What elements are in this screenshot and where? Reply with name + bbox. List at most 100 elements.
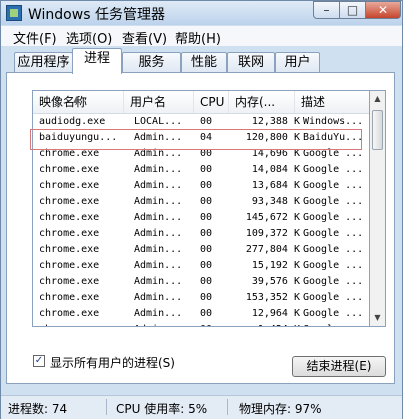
table-row[interactable]: audiodg.exe LOCAL... 00 12,388 K Windows... bbox=[33, 114, 369, 130]
cell-memory: 93,348 K bbox=[251, 196, 300, 207]
column-memory[interactable]: 内存(... bbox=[229, 91, 295, 113]
cell-user-name: Admin... bbox=[134, 322, 196, 326]
status-process-count: 进程数: 74 bbox=[8, 402, 68, 416]
task-manager-window: Windows 任务管理器 – □ ✕ 文件(F) 选项(O) 查看(V) 帮助… bbox=[0, 0, 403, 419]
cell-user-name: Admin... bbox=[134, 308, 183, 319]
cell-cpu: 00 bbox=[200, 276, 213, 287]
cell-cpu: 00 bbox=[200, 164, 213, 175]
cell-memory: 1,424 K bbox=[234, 322, 300, 326]
menu-help[interactable]: 帮助(H) bbox=[175, 28, 221, 47]
cell-cpu: 00 bbox=[200, 212, 213, 223]
table-row[interactable]: baiduyungu... Admin... 04 120,800 K BaiduYu.… bbox=[33, 130, 369, 146]
tab-performance[interactable]: 性能 bbox=[181, 52, 227, 73]
window-title: Windows 任务管理器 bbox=[28, 7, 165, 23]
table-row[interactable]: chrome.exe Admin... 00 12,964 K Google ... bbox=[33, 306, 369, 322]
cell-cpu: 00 bbox=[200, 260, 213, 271]
process-list[interactable]: ▲ 映像名称 用户名 CPU 内存(... 描述 audiodg.exe LOCA… bbox=[32, 90, 370, 327]
cell-memory: 277,804 K bbox=[245, 244, 300, 255]
table-row[interactable]: chrome.exe Admin... 00 93,348 K Google ... bbox=[33, 194, 369, 210]
status-bar: 进程数: 74 CPU 使用率: 5% 物理内存: 97% bbox=[1, 395, 402, 419]
scroll-down-arrow-icon[interactable]: ▼ bbox=[370, 310, 385, 326]
cell-user-name: Admin... bbox=[134, 212, 183, 223]
cell-description: Google ... bbox=[303, 196, 364, 207]
tab-strip: 应用程序 进程 服务 性能 联网 用户 bbox=[1, 47, 402, 74]
cell-memory: 15,192 K bbox=[251, 260, 300, 271]
tab-services[interactable]: 服务 bbox=[122, 52, 181, 73]
cell-memory: 12,964 K bbox=[251, 308, 300, 319]
cell-user-name: Admin... bbox=[134, 244, 183, 255]
cell-memory: 14,696 K bbox=[251, 148, 300, 159]
cell-user-name: Admin... bbox=[134, 292, 183, 303]
cell-cpu: 00 bbox=[200, 116, 213, 127]
status-cpu-usage: CPU 使用率: 5% bbox=[116, 402, 208, 416]
close-button[interactable]: ✕ bbox=[365, 1, 401, 19]
vertical-scrollbar[interactable]: ▲ ▼ bbox=[370, 90, 386, 327]
cell-user-name: Admin... bbox=[134, 164, 183, 175]
cell-memory: 13,684 K bbox=[251, 180, 300, 191]
menu-view[interactable]: 查看(V) bbox=[122, 28, 167, 47]
cell-cpu: 00 bbox=[200, 292, 213, 303]
column-image-name[interactable]: ▲ 映像名称 bbox=[33, 91, 124, 113]
table-row[interactable]: chrome.exe Admin... 00 13,684 K Google ... bbox=[33, 178, 369, 194]
cell-description: Windows... bbox=[303, 116, 364, 127]
tab-applications[interactable]: 应用程序 bbox=[14, 52, 73, 73]
menu-file[interactable]: 文件(F) bbox=[13, 28, 57, 47]
maximize-button[interactable]: □ bbox=[339, 1, 366, 19]
column-image-name-label: 映像名称 bbox=[39, 95, 88, 109]
table-row[interactable]: chrome.exe Admin... 00 145,672 K Google ... bbox=[33, 210, 369, 226]
cell-cpu: 00 bbox=[200, 308, 213, 319]
show-all-users-label: 显示所有用户的进程(S) bbox=[50, 356, 175, 370]
table-row[interactable]: chrome.exe Admin... 00 39,576 K Google ... bbox=[33, 274, 369, 290]
cell-description: Google ... bbox=[303, 244, 364, 255]
cell-user-name: Admin... bbox=[134, 148, 183, 159]
scroll-up-arrow-icon[interactable]: ▲ bbox=[370, 91, 385, 107]
cell-memory: 120,800 K bbox=[245, 132, 300, 143]
table-row[interactable]: chrome.exe Admin... 00 153,352 K Google ... bbox=[33, 290, 369, 306]
cell-description: BaiduYu... bbox=[303, 132, 364, 143]
scrollbar-thumb[interactable] bbox=[372, 110, 383, 150]
tab-users[interactable]: 用户 bbox=[275, 52, 320, 73]
table-row[interactable]: chrome.exeAdmin...001,424 KGoogle ... bbox=[33, 322, 369, 326]
title-bar[interactable]: Windows 任务管理器 – □ ✕ bbox=[1, 1, 402, 25]
cell-memory: 109,372 K bbox=[245, 228, 300, 239]
table-row[interactable]: chrome.exe Admin... 00 14,696 K Google ... bbox=[33, 146, 369, 162]
cell-memory: 153,352 K bbox=[245, 292, 300, 303]
cell-description: Google ... bbox=[303, 164, 364, 175]
cell-user-name: Admin... bbox=[134, 228, 183, 239]
cell-memory: 145,672 K bbox=[245, 212, 300, 223]
cell-description: Google ... bbox=[303, 148, 364, 159]
cell-user-name: Admin... bbox=[134, 260, 183, 271]
cell-memory: 14,084 K bbox=[251, 164, 300, 175]
cell-user-name: LOCAL... bbox=[134, 116, 183, 127]
tab-networking[interactable]: 联网 bbox=[227, 52, 275, 73]
cell-user-name: Admin... bbox=[134, 196, 183, 207]
column-user-name[interactable]: 用户名 bbox=[124, 91, 194, 113]
cell-cpu: 00 bbox=[200, 148, 213, 159]
sort-ascending-icon: ▲ bbox=[73, 95, 80, 104]
cell-cpu: 04 bbox=[200, 132, 213, 143]
cell-user-name: Admin... bbox=[134, 276, 183, 287]
cell-description: Google ... bbox=[303, 260, 364, 271]
table-row[interactable]: chrome.exe Admin... 00 277,804 K Google ... bbox=[33, 242, 369, 258]
cell-user-name: Admin... bbox=[134, 180, 183, 191]
table-row[interactable]: chrome.exe Admin... 00 109,372 K Google ... bbox=[33, 226, 369, 242]
cell-description: Google ... bbox=[303, 228, 364, 239]
tab-processes[interactable]: 进程 bbox=[72, 48, 122, 74]
column-cpu[interactable]: CPU bbox=[194, 91, 229, 113]
menu-options[interactable]: 选项(O) bbox=[66, 28, 112, 47]
column-header-row: ▲ 映像名称 用户名 CPU 内存(... 描述 bbox=[33, 91, 369, 114]
cell-cpu: 00 bbox=[200, 196, 213, 207]
table-row[interactable]: chrome.exe Admin... 00 15,192 K Google ... bbox=[33, 258, 369, 274]
cell-user-name: Admin... bbox=[134, 132, 183, 143]
end-process-button[interactable]: 结束进程(E) bbox=[292, 356, 386, 377]
column-description[interactable]: 描述 bbox=[295, 91, 369, 113]
cell-cpu: 00 bbox=[200, 244, 213, 255]
checkbox-check-icon[interactable]: ✓ bbox=[33, 355, 45, 367]
status-separator bbox=[227, 399, 228, 415]
cell-cpu: 00 bbox=[200, 228, 213, 239]
cell-description: Google ... bbox=[303, 308, 364, 319]
table-row[interactable]: chrome.exe Admin... 00 14,084 K Google ... bbox=[33, 162, 369, 178]
cell-memory: 12,388 K bbox=[251, 116, 300, 127]
minimize-button[interactable]: – bbox=[313, 1, 340, 19]
cell-description: Google ... bbox=[303, 212, 364, 223]
